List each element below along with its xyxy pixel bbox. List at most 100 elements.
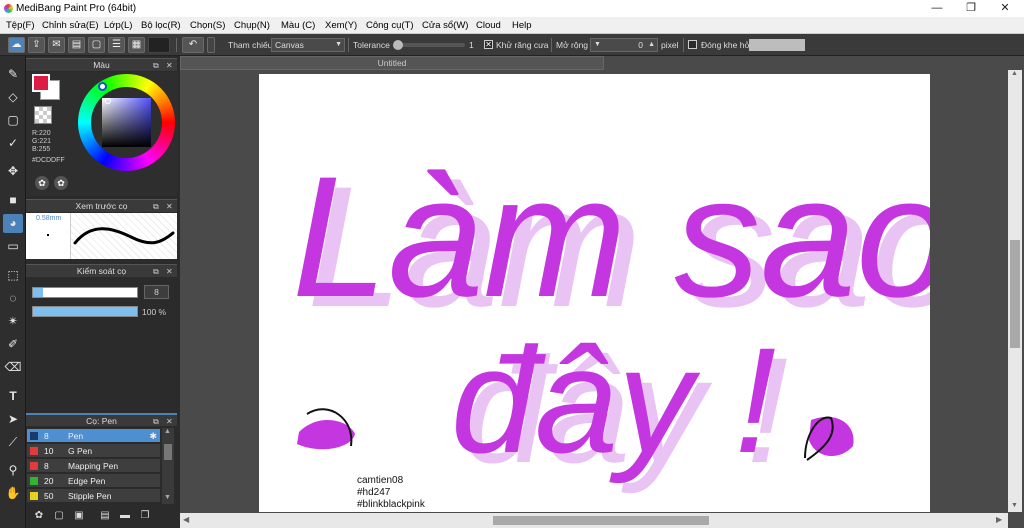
close-panel-icon[interactable]: ✕	[166, 415, 173, 428]
close-panel-icon[interactable]: ✕	[166, 200, 173, 213]
opacity-slider[interactable]	[32, 306, 138, 317]
gradient-tool-icon[interactable]: ▭	[3, 237, 23, 256]
chevron-up-icon[interactable]: ▲	[648, 39, 655, 51]
reference-select[interactable]: Canvas ▼	[271, 38, 345, 52]
chevron-up-icon[interactable]: ▲	[1011, 70, 1018, 77]
brush-item[interactable]: 10 G Pen	[27, 444, 160, 458]
magic-wand-tool-icon[interactable]: ✴	[3, 312, 23, 331]
grid-icon[interactable]: ▦	[128, 37, 145, 53]
float-panel-icon[interactable]: ⧉	[153, 265, 159, 278]
primary-color-swatch[interactable]	[32, 74, 50, 92]
menu-filter[interactable]: Bộ lọc(R)	[141, 20, 181, 31]
brush-list-title: Cọ: Pen	[86, 416, 117, 426]
menu-layer[interactable]: Lớp(L)	[104, 20, 132, 31]
share-icon[interactable]: ⇪	[28, 37, 45, 53]
vertical-scrollbar[interactable]: ▲ ▼	[1008, 70, 1022, 512]
brush-item[interactable]: 8 Mapping Pen	[27, 459, 160, 473]
expand-stepper[interactable]: ▼ 0 ▲	[590, 38, 658, 52]
saturation-value-square[interactable]	[102, 98, 151, 147]
add-brush-icon[interactable]: ▣	[72, 510, 86, 523]
horizontal-scrollbar[interactable]: ◀ ▶	[180, 513, 1008, 528]
new-brush-icon[interactable]: ▢	[52, 510, 66, 523]
chevron-down-icon[interactable]: ▼	[164, 494, 171, 501]
brush-stroke	[73, 227, 175, 245]
menu-select[interactable]: Chọn(S)	[190, 20, 225, 31]
gear-icon[interactable]: ✱	[149, 429, 157, 443]
menu-window[interactable]: Cửa sổ(W)	[422, 20, 468, 31]
duplicate-icon[interactable]: ❐	[138, 510, 152, 523]
brush-settings-icon[interactable]: ✿	[32, 510, 46, 523]
color-picker-icon[interactable]: ✿	[54, 176, 68, 190]
antialias-checkbox[interactable]: ✕	[484, 40, 493, 49]
cloud-icon[interactable]: ☁	[8, 37, 25, 53]
color-panel-header: Màu ⧉ ✕	[26, 58, 177, 71]
eyedropper-tool-icon[interactable]: ⚲	[3, 461, 23, 480]
menu-help[interactable]: Help	[512, 20, 532, 31]
dot-tool-icon[interactable]: ▢	[3, 111, 23, 130]
list-icon[interactable]: ☰	[108, 37, 125, 53]
chevron-up-icon[interactable]: ▲	[164, 428, 171, 435]
float-panel-icon[interactable]: ⧉	[153, 59, 159, 72]
menu-color[interactable]: Màu (C)	[281, 20, 315, 31]
menu-capture[interactable]: Chụp(N)	[234, 20, 270, 31]
brush-tool-icon[interactable]: ✎	[3, 65, 23, 84]
select-pen-tool-icon[interactable]: ✓	[3, 134, 23, 153]
menu-tools[interactable]: Công cụ(T)	[366, 20, 414, 31]
vertical-scroll-thumb[interactable]	[1010, 240, 1020, 348]
brush-list-header: Cọ: Pen ⧉ ✕	[26, 413, 177, 426]
brush-item[interactable]: 50 Stipple Pen	[27, 489, 160, 503]
undo-icon[interactable]: ↶	[182, 37, 204, 53]
rectangle-tool-icon[interactable]: ■	[3, 191, 23, 210]
chevron-down-icon[interactable]: ▼	[1011, 502, 1018, 509]
close-gap-slider[interactable]	[749, 39, 805, 51]
brush-list-scroll-thumb[interactable]	[164, 444, 172, 460]
menu-file[interactable]: Tệp(F)	[6, 20, 35, 31]
float-panel-icon[interactable]: ⧉	[153, 200, 159, 213]
divide-tool-icon[interactable]: ⟋	[3, 433, 23, 452]
close-gap-checkbox[interactable]	[688, 40, 697, 49]
operation-tool-icon[interactable]: ➤	[3, 410, 23, 429]
text-tool-icon[interactable]: T	[3, 387, 23, 406]
close-panel-icon[interactable]: ✕	[166, 59, 173, 72]
close-panel-icon[interactable]: ✕	[166, 265, 173, 278]
brush-size-input[interactable]: 8	[144, 285, 169, 299]
hue-handle[interactable]	[98, 82, 107, 91]
color-handle[interactable]	[105, 98, 111, 104]
float-panel-icon[interactable]: ⧉	[153, 415, 159, 428]
brush-list-scrollbar[interactable]: ▲ ▼	[162, 428, 174, 504]
comment-icon[interactable]: ✉	[48, 37, 65, 53]
lasso-tool-icon[interactable]: ◌	[3, 289, 23, 308]
tolerance-slider[interactable]	[393, 40, 465, 50]
tolerance-slider-handle[interactable]	[393, 40, 403, 50]
eraser-tool-icon[interactable]: ◇	[3, 88, 23, 107]
color-swatch-icon[interactable]	[148, 37, 170, 53]
close-window-button[interactable]: ✕	[988, 0, 1022, 17]
page-icon[interactable]: ▢	[88, 37, 105, 53]
hand-tool-icon[interactable]: ✋	[3, 484, 23, 503]
chevron-left-icon[interactable]: ◀	[183, 515, 189, 524]
select-eraser-icon[interactable]: ⌫	[3, 358, 23, 377]
canvas-paper[interactable]: Làm sao Làm sao đây ! đây ! camtien08 #h…	[259, 74, 967, 512]
document-tab[interactable]: Untitled	[180, 56, 604, 70]
bucket-tool-icon[interactable]: ◕	[3, 214, 23, 233]
menu-view[interactable]: Xem(Y)	[325, 20, 357, 31]
transparent-color-swatch[interactable]	[34, 106, 52, 124]
move-tool-icon[interactable]: ✥	[3, 162, 23, 181]
folder-icon[interactable]: ▬	[118, 510, 132, 523]
menu-cloud[interactable]: Cloud	[476, 20, 501, 31]
chevron-down-icon[interactable]: ▼	[594, 39, 601, 51]
brush-item[interactable]: 20 Edge Pen	[27, 474, 160, 488]
maximize-button[interactable]: ❐	[954, 0, 988, 17]
brush-item[interactable]: 8 Pen ✱	[27, 429, 160, 443]
note-icon[interactable]: ▤	[68, 37, 85, 53]
brush-props-icon[interactable]: ▤	[98, 510, 112, 523]
rect-select-tool-icon[interactable]: ⬚	[3, 266, 23, 285]
menu-edit[interactable]: Chỉnh sửa(E)	[42, 20, 99, 31]
palette-icon[interactable]: ✿	[35, 176, 49, 190]
chevron-right-icon[interactable]: ▶	[996, 515, 1002, 524]
hue-ring[interactable]	[78, 74, 175, 171]
select-pen-icon[interactable]: ✐	[3, 335, 23, 354]
brush-size-slider[interactable]	[32, 287, 138, 298]
minimize-button[interactable]: —	[920, 0, 954, 17]
horizontal-scroll-thumb[interactable]	[493, 516, 709, 525]
